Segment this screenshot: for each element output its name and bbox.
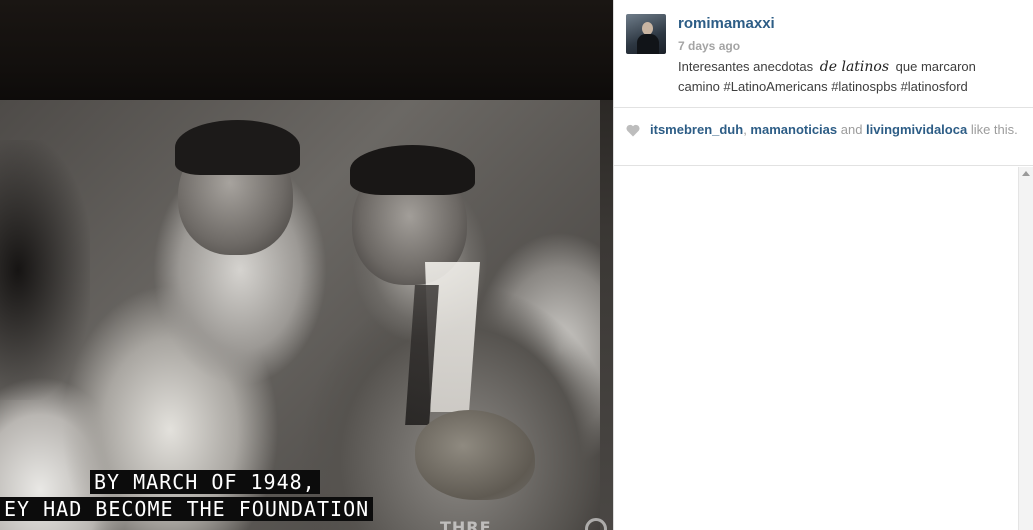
liker-link[interactable]: itsmebren_duh [650,122,743,137]
man-left-hair [175,120,300,175]
heart-icon[interactable] [626,124,640,137]
caption-handwritten-text: de latinos [819,59,890,75]
caption-text-start: Interesantes anecdotas [678,59,814,74]
photo-top-dark-area [0,0,613,100]
post-header: romimamaxxi 7 days ago Interesantes anec… [614,0,1033,108]
photo-shadow [0,140,90,400]
subtitle-line-2: EY HAD BECOME THE FOUNDATION [0,497,374,521]
man-right-hair [350,145,475,195]
post-sidebar: romimamaxxi 7 days ago Interesantes anec… [613,0,1033,530]
comments-scrollbar[interactable] [1018,167,1033,530]
comments-area [614,167,1018,530]
scroll-up-icon[interactable] [1022,171,1030,176]
likes-text: itsmebren_duh, mamanoticias and livingmi… [650,121,1020,138]
post-photo[interactable]: BY MARCH OF 1948, EY HAD BECOME THE FOUN… [0,0,613,530]
post-caption: Interesantes anecdotas de latinos que ma… [678,57,1008,97]
avatar[interactable] [626,14,666,54]
username-link[interactable]: romimamaxxi [678,15,775,32]
liker-link[interactable]: mamanoticias [750,122,837,137]
avatar-body [637,34,659,54]
likes-separator: and [837,122,867,137]
liker-link[interactable]: livingmividaloca [866,122,967,137]
likes-suffix: like this. [967,122,1018,137]
subtitle-line-1: BY MARCH OF 1948, [90,470,320,494]
tv-watermark: THRE [440,518,492,530]
post-timestamp: 7 days ago [678,39,741,53]
